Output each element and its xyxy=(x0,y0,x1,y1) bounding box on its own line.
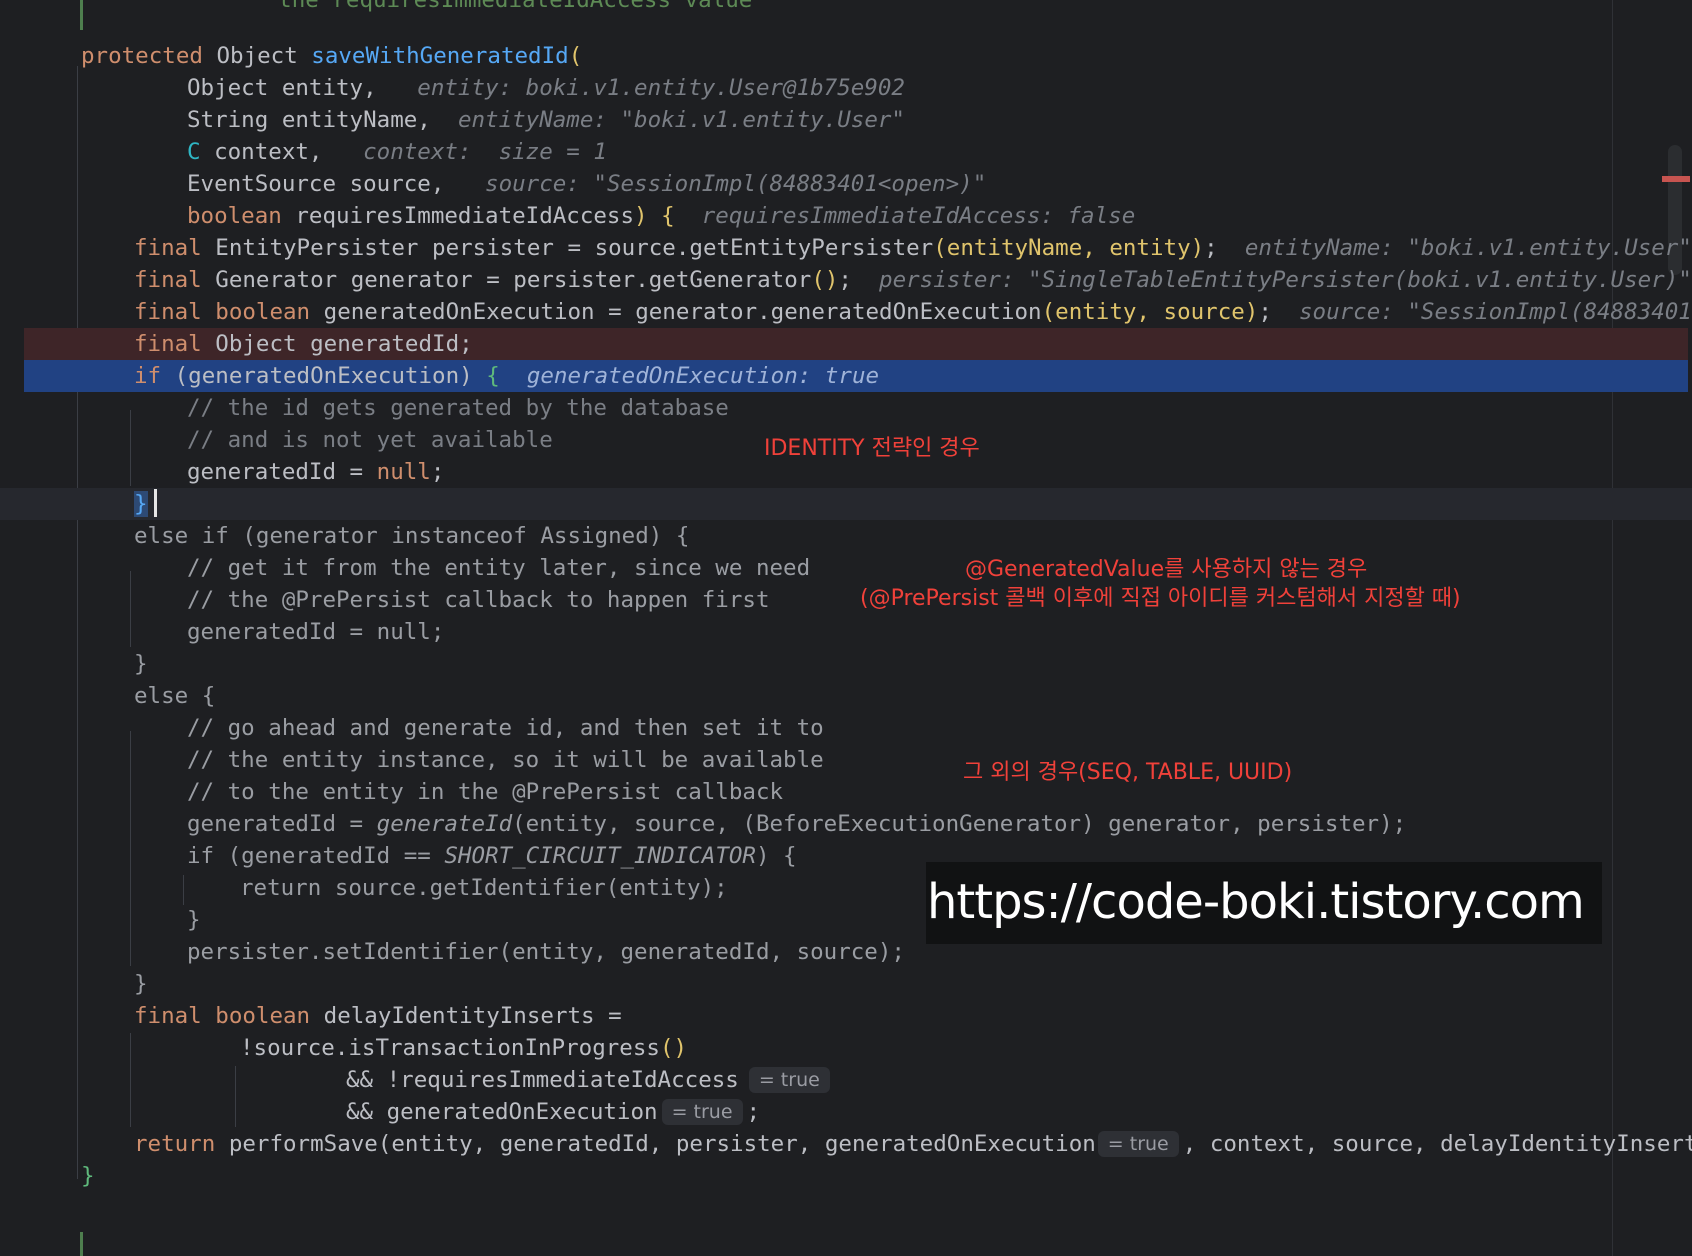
indent-guide-method xyxy=(77,66,78,1179)
comment-line: // to the entity in the @PrePersist call… xyxy=(187,779,784,805)
code-line-if-short-circuit: if (generatedId == SHORT_CIRCUIT_INDICAT… xyxy=(187,843,797,869)
annotation-other-strategies: 그 외의 경우(SEQ, TABLE, UUID) xyxy=(963,760,1293,785)
inline-value-pill: = true xyxy=(1097,1130,1179,1157)
watermark-url: https://code-boki.tistory.com xyxy=(927,874,1585,930)
code-line-delay-2: && !requiresImmediateIdAccess = true xyxy=(346,1064,830,1096)
comment-line: // the id gets generated by the database xyxy=(187,395,729,421)
code-line-generate-id: generatedId = generateId(entity, source,… xyxy=(187,811,1407,837)
text-caret xyxy=(153,488,157,517)
param-line-context: C context, context: size = 1 xyxy=(187,139,607,165)
code-line-close-else: } xyxy=(134,971,148,997)
code-line-close-brace: } xyxy=(134,651,148,677)
param-line-requires-immediate: boolean requiresImmediateIdAccess) { req… xyxy=(187,203,1136,229)
doc-comment-partial: the requiresImmediateIdAccess value xyxy=(224,0,753,13)
param-line-entity: Object entity, entity: boki.v1.entity.Us… xyxy=(187,75,905,101)
comment-line: // the @PrePersist callback to happen fi… xyxy=(187,587,770,613)
method-name: saveWithGeneratedId xyxy=(311,43,569,69)
method-close-brace: } xyxy=(81,1163,95,1189)
param-line-source: EventSource source, source: "SessionImpl… xyxy=(187,171,987,197)
inline-value-pill: = true xyxy=(748,1066,830,1093)
inline-debug-hint: persister: "SingleTableEntityPersister(b… xyxy=(879,267,1692,293)
scrollbar-error-marker xyxy=(1662,176,1690,182)
inline-debug-hint: source: "SessionImpl(84883401<open>)" xyxy=(485,171,987,197)
code-line-persister: final EntityPersister persister = source… xyxy=(134,235,1692,261)
code-line-generator: final Generator generator = persister.ge… xyxy=(134,267,1692,293)
inline-debug-hint: requiresImmediateIdAccess: false xyxy=(701,203,1136,229)
comment-line: // the entity instance, so it will be av… xyxy=(187,747,824,773)
code-line-close-if: } xyxy=(134,488,157,520)
indent-guide-delay xyxy=(130,1033,131,1127)
code-line-generated-id-decl: final Object generatedId; xyxy=(134,331,473,357)
indent-guide-delay-inner xyxy=(235,1066,236,1127)
param-line-entityname: String entityName, entityName: "boki.v1.… xyxy=(187,107,905,133)
code-line-delay-decl: final boolean delayIdentityInserts = xyxy=(134,1003,622,1029)
comment-line: // go ahead and generate id, and then se… xyxy=(187,715,824,741)
code-line-close-brace: } xyxy=(187,907,201,933)
code-line-else: else { xyxy=(134,683,216,709)
comment-line: // and is not yet available xyxy=(187,427,553,453)
inline-debug-hint: entityName: "boki.v1.entity.User" xyxy=(1244,235,1692,261)
inline-value-pill: = true xyxy=(661,1098,743,1125)
vcs-change-marker-top xyxy=(80,0,83,30)
annotation-identity: IDENTITY 전략인 경우 xyxy=(764,436,980,461)
inline-debug-hint: context: size = 1 xyxy=(363,139,607,165)
code-line-else-if: else if (generator instanceof Assigned) … xyxy=(134,523,690,549)
indent-guide-elseif-block xyxy=(130,571,131,647)
code-line-set-identifier: persister.setIdentifier(entity, generate… xyxy=(187,939,905,965)
comment-line: // get it from the entity later, since w… xyxy=(187,555,811,581)
code-line-return-identifier: return source.getIdentifier(entity); xyxy=(240,875,728,901)
code-line-delay-3: && generatedOnExecution = true; xyxy=(346,1098,761,1125)
code-editor[interactable]: the requiresImmediateIdAccess value prot… xyxy=(0,0,1692,1256)
annotation-generated-value-2: (@PrePersist 콜백 이후에 직접 아이디를 커스텀해서 지정할 때) xyxy=(860,586,1461,611)
code-line-if-generated-on-execution: if (generatedOnExecution) { generatedOnE… xyxy=(134,363,880,389)
inline-debug-hint: generatedOnExecution: true xyxy=(526,363,880,389)
code-line-return-perform-save: return performSave(entity, generatedId, … xyxy=(134,1130,1692,1157)
inline-debug-hint: entityName: "boki.v1.entity.User" xyxy=(457,107,905,133)
code-line-delay-1: !source.isTransactionInProgress() xyxy=(240,1035,688,1061)
indent-guide-else-block xyxy=(130,731,131,966)
annotation-generated-value-1: @GeneratedValue를 사용하지 않는 경우 xyxy=(965,557,1368,582)
method-signature: protected Object saveWithGeneratedId( xyxy=(81,43,583,69)
code-line: generatedId = null; xyxy=(187,619,445,645)
right-margin-guide xyxy=(1612,0,1613,1256)
code-line-generated-on-execution: final boolean generatedOnExecution = gen… xyxy=(134,296,1692,328)
caret-line-highlight xyxy=(0,488,1692,520)
vcs-change-marker-bottom xyxy=(80,1232,83,1256)
indent-guide-short-circuit xyxy=(183,875,184,905)
indent-guide-if-block xyxy=(130,410,131,486)
code-line-assign-null: generatedId = null; xyxy=(187,459,445,485)
inline-debug-hint: source: "SessionImpl(84883401<open>)" xyxy=(1299,299,1692,325)
inline-debug-hint: entity: boki.v1.entity.User@1b75e902 xyxy=(417,75,905,101)
